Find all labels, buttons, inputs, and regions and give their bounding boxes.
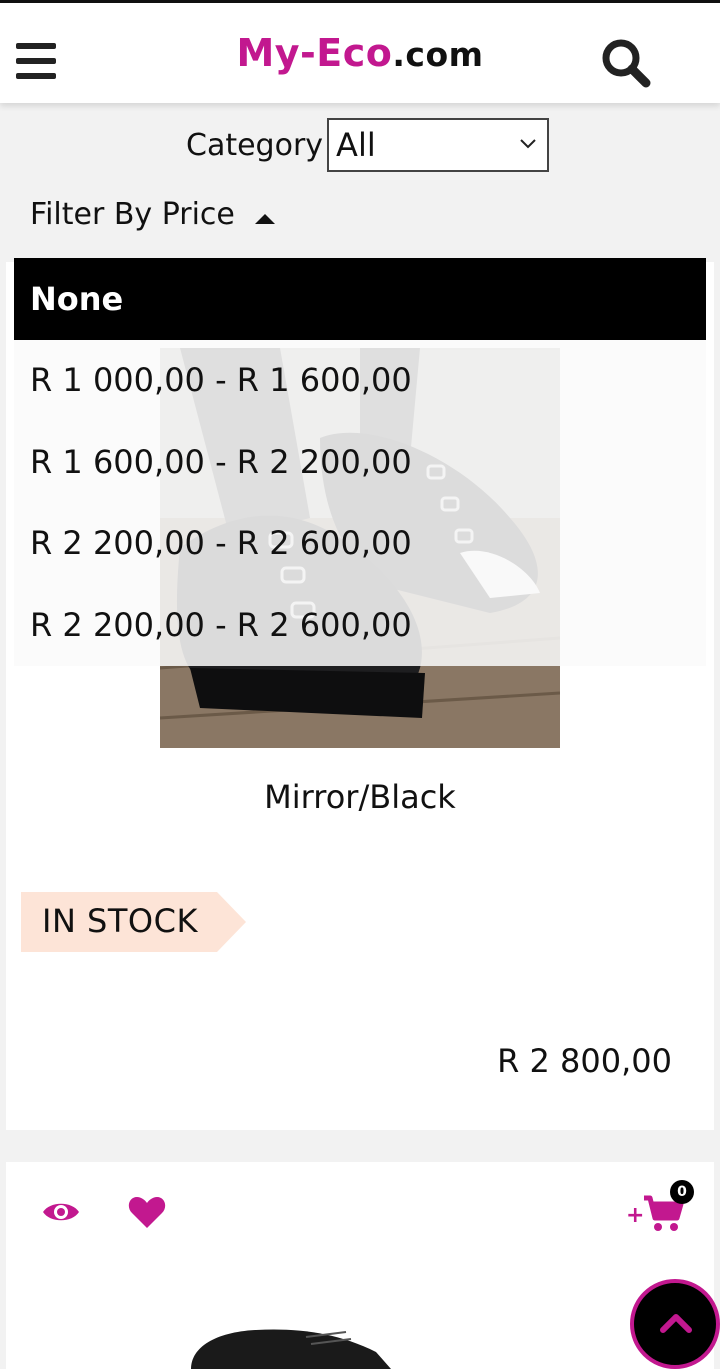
back-to-top-button[interactable] xyxy=(630,1279,720,1369)
search-icon[interactable] xyxy=(600,37,652,89)
heart-icon[interactable] xyxy=(128,1195,166,1229)
category-label: Category xyxy=(186,127,324,163)
price-filter-option[interactable]: R 1 000,00 - R 1 600,00 xyxy=(14,340,706,422)
category-row: Category All xyxy=(186,118,550,172)
product-card[interactable]: + 0 xyxy=(6,1162,714,1369)
price-filter-option-none[interactable]: None xyxy=(14,258,706,340)
add-to-cart-button[interactable]: + 0 xyxy=(626,1180,700,1236)
price-filter-option[interactable]: R 2 200,00 - R 2 600,00 xyxy=(14,585,706,667)
cart-count-badge: 0 xyxy=(670,1180,694,1204)
product-name[interactable]: Mirror/Black xyxy=(6,778,714,816)
stock-badge: IN STOCK xyxy=(21,892,246,952)
chevron-up-icon xyxy=(660,1314,692,1333)
price-filter-option[interactable]: R 2 200,00 - R 2 600,00 xyxy=(14,503,706,585)
caret-up-icon xyxy=(254,213,275,224)
filter-by-price-toggle[interactable]: Filter By Price xyxy=(30,197,277,232)
price-filter-option[interactable]: R 1 600,00 - R 2 200,00 xyxy=(14,422,706,504)
price-filter-options: R 1 000,00 - R 1 600,00 R 1 600,00 - R 2… xyxy=(14,340,706,666)
brand-domain: .com xyxy=(392,35,484,74)
header: My-Eco.com xyxy=(0,3,720,103)
product-price: R 2 800,00 xyxy=(497,1042,672,1080)
brand-name: My-Eco xyxy=(236,31,393,75)
stock-badge-label: IN STOCK xyxy=(42,902,198,940)
category-selected-value: All xyxy=(336,126,376,164)
filter-label: Filter By Price xyxy=(30,197,235,232)
product-image[interactable] xyxy=(186,1312,406,1369)
eye-icon[interactable] xyxy=(42,1199,80,1225)
svg-text:+: + xyxy=(626,1203,644,1228)
category-select[interactable]: All xyxy=(327,118,550,172)
chevron-down-icon xyxy=(520,139,536,149)
